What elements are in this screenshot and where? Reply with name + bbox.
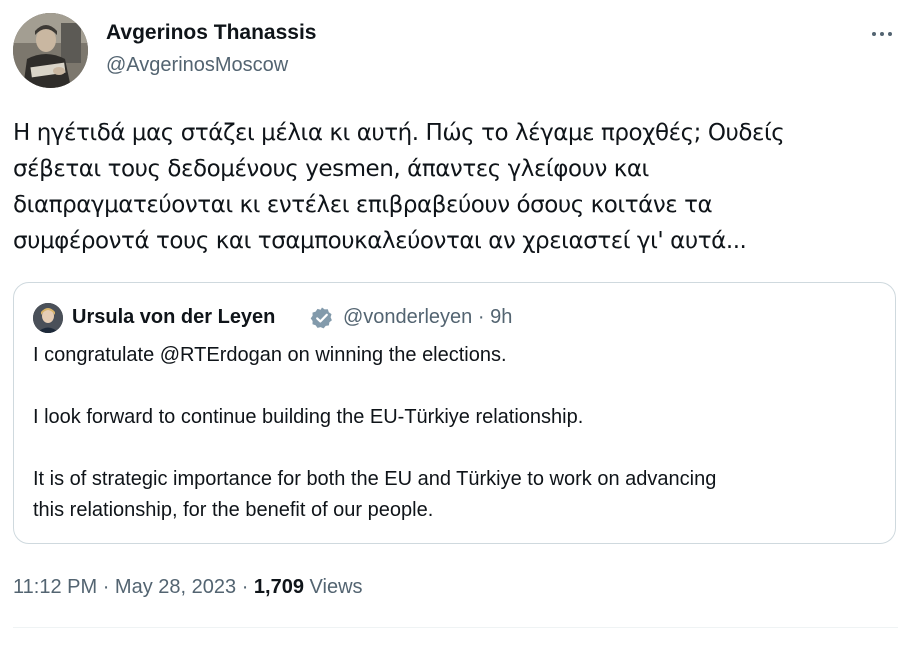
quote-author-handle[interactable]: @vonderleyen (343, 306, 472, 328)
author-name[interactable]: Avgerinos Thanassis (106, 19, 316, 47)
author-avatar[interactable] (13, 13, 88, 88)
views-count[interactable]: 1,709 (254, 576, 304, 598)
quoted-tweet[interactable]: Ursula von der Leyen @vonderleyen · 9h I… (13, 282, 896, 544)
tweet-text: Η ηγέτιδά μας στάζει μέλια κι αυτή. Πώς … (13, 120, 785, 254)
verified-badge-icon (310, 306, 334, 330)
footer-separator: · (102, 576, 110, 598)
author-handle[interactable]: @AvgerinosMoscow (106, 51, 288, 79)
tweet-time[interactable]: 11:12 PM (13, 576, 97, 598)
quote-text: I congratulate @RTErdogan on winning the… (33, 344, 717, 521)
more-dot (888, 32, 892, 36)
quote-timestamp[interactable]: 9h (490, 306, 512, 328)
quote-author-avatar[interactable] (33, 303, 63, 333)
quote-separator: · (477, 306, 485, 328)
more-options-icon[interactable] (860, 18, 904, 50)
footer-separator: · (241, 576, 249, 598)
views-label: Views (309, 576, 363, 598)
quote-meta: @vonderleyen · 9h (343, 303, 512, 331)
quote-author-name[interactable]: Ursula von der Leyen (72, 303, 275, 331)
more-dot (872, 32, 876, 36)
tweet-date[interactable]: May 28, 2023 (115, 576, 236, 598)
tweet: Avgerinos Thanassis @AvgerinosMoscow Η η… (0, 0, 921, 647)
divider (13, 627, 898, 628)
more-dot (880, 32, 884, 36)
tweet-footer: 11:12 PM · May 28, 2023 · 1,709 Views (13, 573, 363, 601)
